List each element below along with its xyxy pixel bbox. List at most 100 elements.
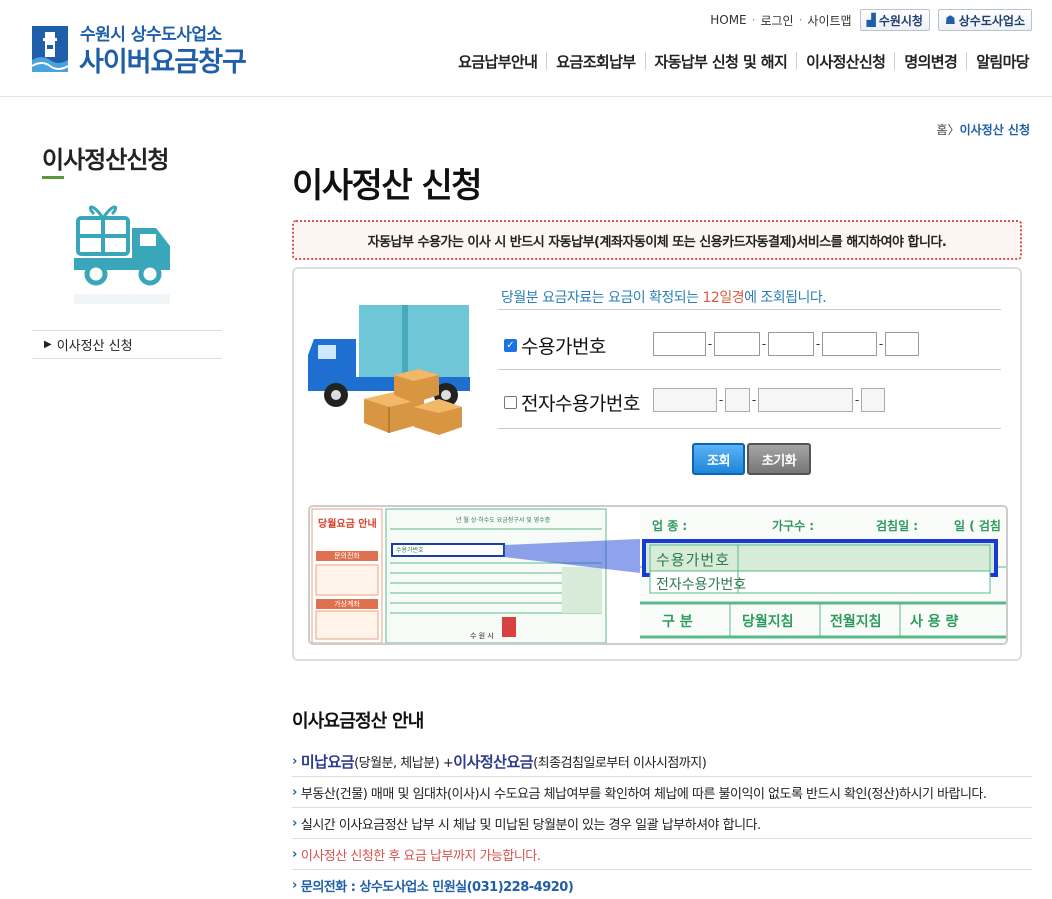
customer-number-checkbox[interactable]: ✓ — [504, 338, 517, 352]
customer-number-field-1[interactable] — [653, 332, 706, 356]
suwon-city-label: 수원시청 — [878, 13, 923, 28]
utility-nav: HOME · 로그인 · 사이트맵 ▟ 수원시청 ☗ 상수도사업소 — [710, 9, 1032, 31]
bill-field-label: 수용가번호 — [396, 547, 424, 554]
guide-unpaid: 미납요금 — [300, 752, 355, 771]
customer-number-inputs: - - - - — [653, 332, 919, 356]
lighthouse-logo-icon — [31, 26, 69, 72]
sidebar-title: 이사정산신청 — [42, 146, 169, 174]
guide-text: 이사정산 신청한 후 요금 납부까지 가능합니다. — [300, 848, 541, 864]
chevron-right-icon: › — [292, 815, 297, 831]
info-message-pre: 당월분 요금자료는 요금이 확정되는 — [501, 290, 703, 306]
bill-box-account: 가상계좌 — [334, 600, 360, 608]
e-customer-number-field-4[interactable] — [861, 388, 885, 412]
zoom-col-current: 당월지침 — [742, 614, 794, 630]
nav-name-change[interactable]: 명의변경 — [895, 51, 966, 72]
nav-bill-inquiry[interactable]: 요금조회납부 — [547, 51, 644, 72]
guide-item: › 이사정산 신청한 후 요금 납부까지 가능합니다. — [292, 839, 1032, 870]
zoom-field-customer-number: 수용가번호 — [656, 551, 731, 569]
guide-title: 이사요금정산 안내 — [292, 711, 424, 732]
guide-settlement-desc: (최종검침일로부터 이사시점까지) — [533, 755, 707, 771]
e-customer-number-field-3[interactable] — [758, 388, 853, 412]
zoom-label-meter-day: 일 ( 검침 — [954, 519, 1001, 533]
guide-settlement: 이사정산요금 — [453, 752, 534, 771]
option-customer-number[interactable]: ✓ 수용가번호 — [504, 330, 606, 360]
nav-moving-settlement[interactable]: 이사정산신청 — [797, 51, 894, 72]
e-customer-number-label: 전자수용가번호 — [521, 392, 640, 415]
zoom-field-e-customer-number: 전자수용가번호 — [656, 577, 747, 593]
option-e-customer-number[interactable]: 전자수용가번호 — [504, 387, 640, 417]
zoom-label-meter-date: 검침일 : — [876, 519, 919, 533]
guide-unpaid-desc: (당월분, 체납분) + — [354, 755, 454, 771]
zoom-col-usage: 사 용 량 — [910, 614, 959, 630]
office-icon: ☗ — [944, 13, 956, 27]
customer-number-label: 수용가번호 — [521, 335, 606, 358]
nav-payment-guide[interactable]: 요금납부안내 — [449, 51, 546, 72]
sidebar-item-moving-settlement[interactable]: ▶ 이사정산 신청 — [32, 330, 222, 359]
customer-number-field-2[interactable] — [714, 332, 760, 356]
sitemap-link[interactable]: 사이트맵 — [807, 12, 851, 29]
logo-site-name: 사이버요금창구 — [79, 47, 247, 78]
chevron-right-icon: 〉 — [947, 123, 960, 137]
customer-number-field-4[interactable] — [822, 332, 877, 356]
sidebar-title-underline — [42, 176, 64, 179]
dash: - — [815, 337, 821, 351]
triangle-right-icon: ▶ — [44, 339, 52, 350]
water-office-button[interactable]: ☗ 상수도사업소 — [937, 9, 1032, 31]
building-icon: ▟ — [866, 13, 876, 27]
customer-number-field-3[interactable] — [768, 332, 814, 356]
guide-text: 실시간 이사요금정산 납부 시 체납 및 미납된 당월분이 있는 경우 일괄 납… — [300, 817, 761, 833]
zoom-label-industry: 업 종 : — [652, 519, 688, 533]
chevron-right-icon: › — [292, 753, 297, 769]
page-title: 이사정산 신청 — [292, 166, 483, 206]
suwon-city-button[interactable]: ▟ 수원시청 — [859, 9, 930, 31]
e-customer-number-checkbox[interactable] — [504, 395, 517, 409]
info-message: 당월분 요금자료는 요금이 확정되는 12일경에 조회됩니다. — [501, 287, 827, 307]
bill-footer-text: 수 원 시 — [470, 632, 494, 640]
zoom-label-households: 가구수 : — [772, 519, 815, 533]
guide-item: › 실시간 이사요금정산 납부 시 체납 및 미납된 당월분이 있는 경우 일괄… — [292, 808, 1032, 839]
search-button[interactable]: 조회 — [692, 443, 745, 475]
customer-number-field-5[interactable] — [885, 332, 919, 356]
guide-item: › 문의전화 : 상수도사업소 민원실(031)228-4920) — [292, 870, 1032, 899]
dash: - — [878, 337, 884, 351]
reset-button[interactable]: 초기화 — [747, 443, 811, 475]
sidebar-item-label: 이사정산 신청 — [56, 339, 133, 354]
main-nav: 요금납부안내 요금조회납부 자동납부 신청 및 해지 이사정산신청 명의변경 알… — [449, 49, 1038, 73]
breadcrumb: 홈〉이사정산 신청 — [937, 121, 1030, 138]
bill-header-text: 년 월 상·하수도 요금청구서 및 영수증 — [456, 517, 551, 524]
chevron-right-icon: › — [292, 877, 297, 893]
guide-contact: 문의전화 : 상수도사업소 민원실(031)228-4920) — [300, 879, 574, 895]
info-message-post: 에 조회됩니다. — [744, 290, 827, 306]
water-office-label: 상수도사업소 — [958, 13, 1025, 28]
divider — [498, 369, 1001, 370]
divider — [498, 309, 1001, 310]
breadcrumb-current: 이사정산 신청 — [959, 123, 1030, 137]
guide-item: › 미납요금 (당월분, 체납분) + 이사정산요금 (최종검침일로부터 이사시… — [292, 746, 1032, 777]
autopay-notice: 자동납부 수용가는 이사 시 반드시 자동납부(계좌자동이체 또는 신용카드자동… — [292, 220, 1022, 260]
e-customer-number-field-2[interactable] — [725, 388, 750, 412]
delivery-truck-icon — [74, 205, 170, 304]
dash: - — [761, 337, 767, 351]
separator-dot: · — [798, 13, 803, 27]
breadcrumb-home[interactable]: 홈 — [937, 123, 948, 137]
guide-list: › 미납요금 (당월분, 체납분) + 이사정산요금 (최종검침일로부터 이사시… — [292, 746, 1032, 899]
moving-truck-illustration — [308, 305, 470, 435]
home-link[interactable]: HOME — [710, 13, 746, 27]
separator-dot: · — [751, 13, 756, 27]
dash: - — [751, 393, 757, 407]
site-header: 수원시 상수도사업소 사이버요금창구 HOME · 로그인 · 사이트맵 ▟ 수… — [0, 0, 1052, 97]
dash: - — [707, 337, 713, 351]
e-customer-number-inputs: - - - — [653, 388, 885, 412]
login-link[interactable]: 로그인 — [760, 12, 793, 29]
chevron-right-icon: › — [292, 846, 297, 862]
nav-auto-payment[interactable]: 자동납부 신청 및 해지 — [646, 51, 797, 72]
guide-item: › 부동산(건물) 매매 및 임대차(이사)시 수도요금 체납여부를 확인하여 … — [292, 777, 1032, 808]
site-logo[interactable]: 수원시 상수도사업소 사이버요금창구 — [30, 20, 270, 78]
dash: - — [854, 393, 860, 407]
bill-box-contact: 문의전화 — [334, 552, 360, 560]
nav-notice-board[interactable]: 알림마당 — [967, 51, 1038, 72]
bill-side-title: 당월요금 안내 — [318, 519, 377, 530]
zoom-col-category: 구 분 — [662, 614, 693, 630]
chevron-right-icon: › — [292, 784, 297, 800]
e-customer-number-field-1[interactable] — [653, 388, 717, 412]
